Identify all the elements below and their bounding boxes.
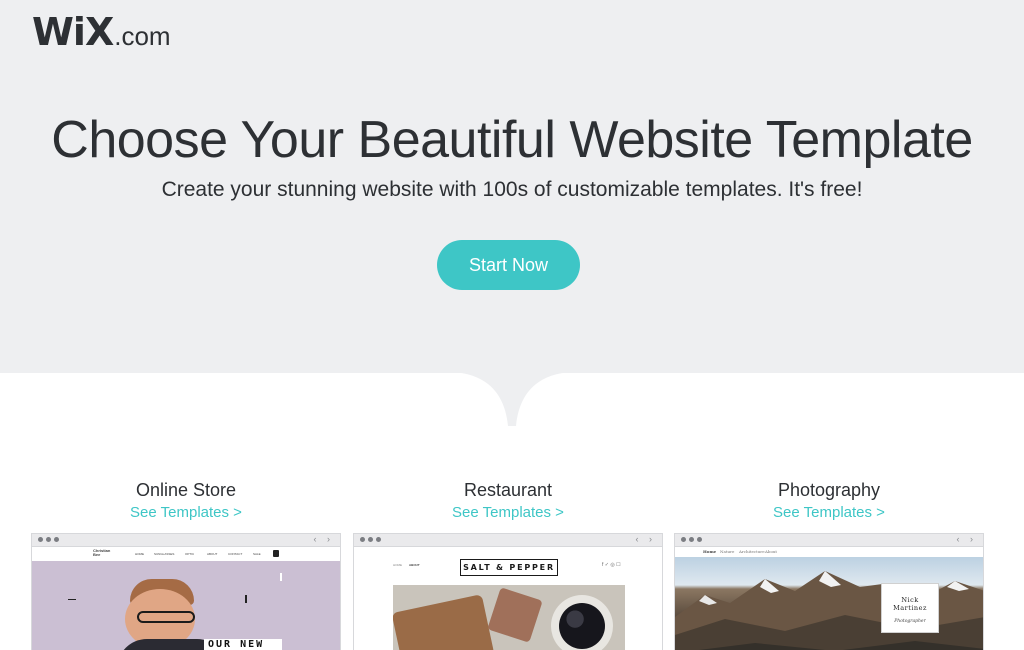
category-title: Photography <box>777 480 881 500</box>
preview-nav-item: HOME <box>135 552 144 556</box>
preview-nav-item: OPTIC <box>185 552 195 556</box>
photographer-card: Nick Martinez Photographer <box>881 583 939 633</box>
preview-nav-item: ABOUT <box>207 552 218 556</box>
cart-icon <box>273 550 279 557</box>
preview-nav-item: ABOUT <box>409 563 420 567</box>
template-preview-photography[interactable]: ‹ › Home Nature Architecture About Nick … <box>674 533 984 650</box>
photographer-name: Nick Martinez <box>882 596 938 612</box>
preview-image: Nick Martinez Photographer <box>675 557 983 650</box>
divider <box>68 599 76 600</box>
page-title: Choose Your Beautiful Website Template <box>51 111 973 169</box>
see-templates-link[interactable]: See Templates > <box>353 504 663 521</box>
see-templates-link[interactable]: See Templates > <box>674 504 984 521</box>
see-templates-link[interactable]: See Templates > <box>31 504 341 521</box>
template-preview-restaurant[interactable]: ‹ › HOME ABOUT f ✓ ◎ ☐ SALT & PEPPER <box>353 533 663 650</box>
preview-nav-item: HOME <box>393 563 402 567</box>
name-last: Martinez <box>893 604 927 612</box>
berries <box>559 603 605 649</box>
social-icons: f ✓ ◎ ☐ <box>602 562 621 568</box>
start-now-button[interactable]: Start Now <box>437 240 580 290</box>
preview-nav-item: Nature <box>720 549 735 554</box>
preview-nav-item: Architecture <box>739 549 765 554</box>
preview-logo: Christian Bee <box>93 548 111 557</box>
nav-arrows-icon: ‹ › <box>635 534 656 544</box>
page-subtitle: Create your stunning website with 100s o… <box>161 178 863 201</box>
preview-nav: Home Nature Architecture About <box>675 547 983 557</box>
category-restaurant: Restaurant See Templates > <box>353 480 663 521</box>
preview-nav-item: SALE <box>253 552 261 556</box>
browser-bar: ‹ › <box>354 534 662 547</box>
nav-arrows-icon: ‹ › <box>956 534 977 544</box>
section-pointer <box>448 372 576 426</box>
divider <box>280 573 282 581</box>
name-first: Nick <box>901 596 919 604</box>
logo-suffix: .com <box>114 21 171 51</box>
hero-section: WiX .com Choose Your Beautiful Website T… <box>0 0 1024 373</box>
browser-bar: ‹ › <box>675 534 983 547</box>
preview-image <box>393 585 625 650</box>
template-preview-online-store[interactable]: ‹ › Christian Bee HOME SUNGLASSES OPTIC … <box>31 533 341 650</box>
category-title: Online Store <box>135 480 237 500</box>
preview-nav: Christian Bee HOME SUNGLASSES OPTIC ABOU… <box>32 547 340 561</box>
logo-mark: WiX <box>32 10 114 54</box>
window-dots-icon <box>38 537 59 542</box>
preview-image <box>32 561 340 650</box>
browser-bar: ‹ › <box>32 534 340 547</box>
preview-nav-item: CONTACT <box>228 552 243 556</box>
category-title: Restaurant <box>463 480 553 500</box>
cutting-board <box>487 587 543 643</box>
restaurant-logo: SALT & PEPPER <box>460 559 558 576</box>
preview-nav-item: Home <box>703 549 717 554</box>
preview-nav-item: SUNGLASSES <box>154 552 175 556</box>
window-dots-icon <box>360 537 381 542</box>
preview-nav-item: About <box>765 549 778 554</box>
photographer-role: Photographer <box>894 619 926 624</box>
banner-text: OUR NEW <box>208 639 265 650</box>
pastry-tray <box>393 594 495 650</box>
category-photography: Photography See Templates > <box>674 480 984 521</box>
nav-arrows-icon: ‹ › <box>313 534 334 544</box>
glasses-icon <box>137 611 195 623</box>
window-dots-icon <box>681 537 702 542</box>
category-online-store: Online Store See Templates > <box>31 480 341 521</box>
divider <box>245 595 247 603</box>
wix-logo[interactable]: WiX .com <box>32 10 171 54</box>
